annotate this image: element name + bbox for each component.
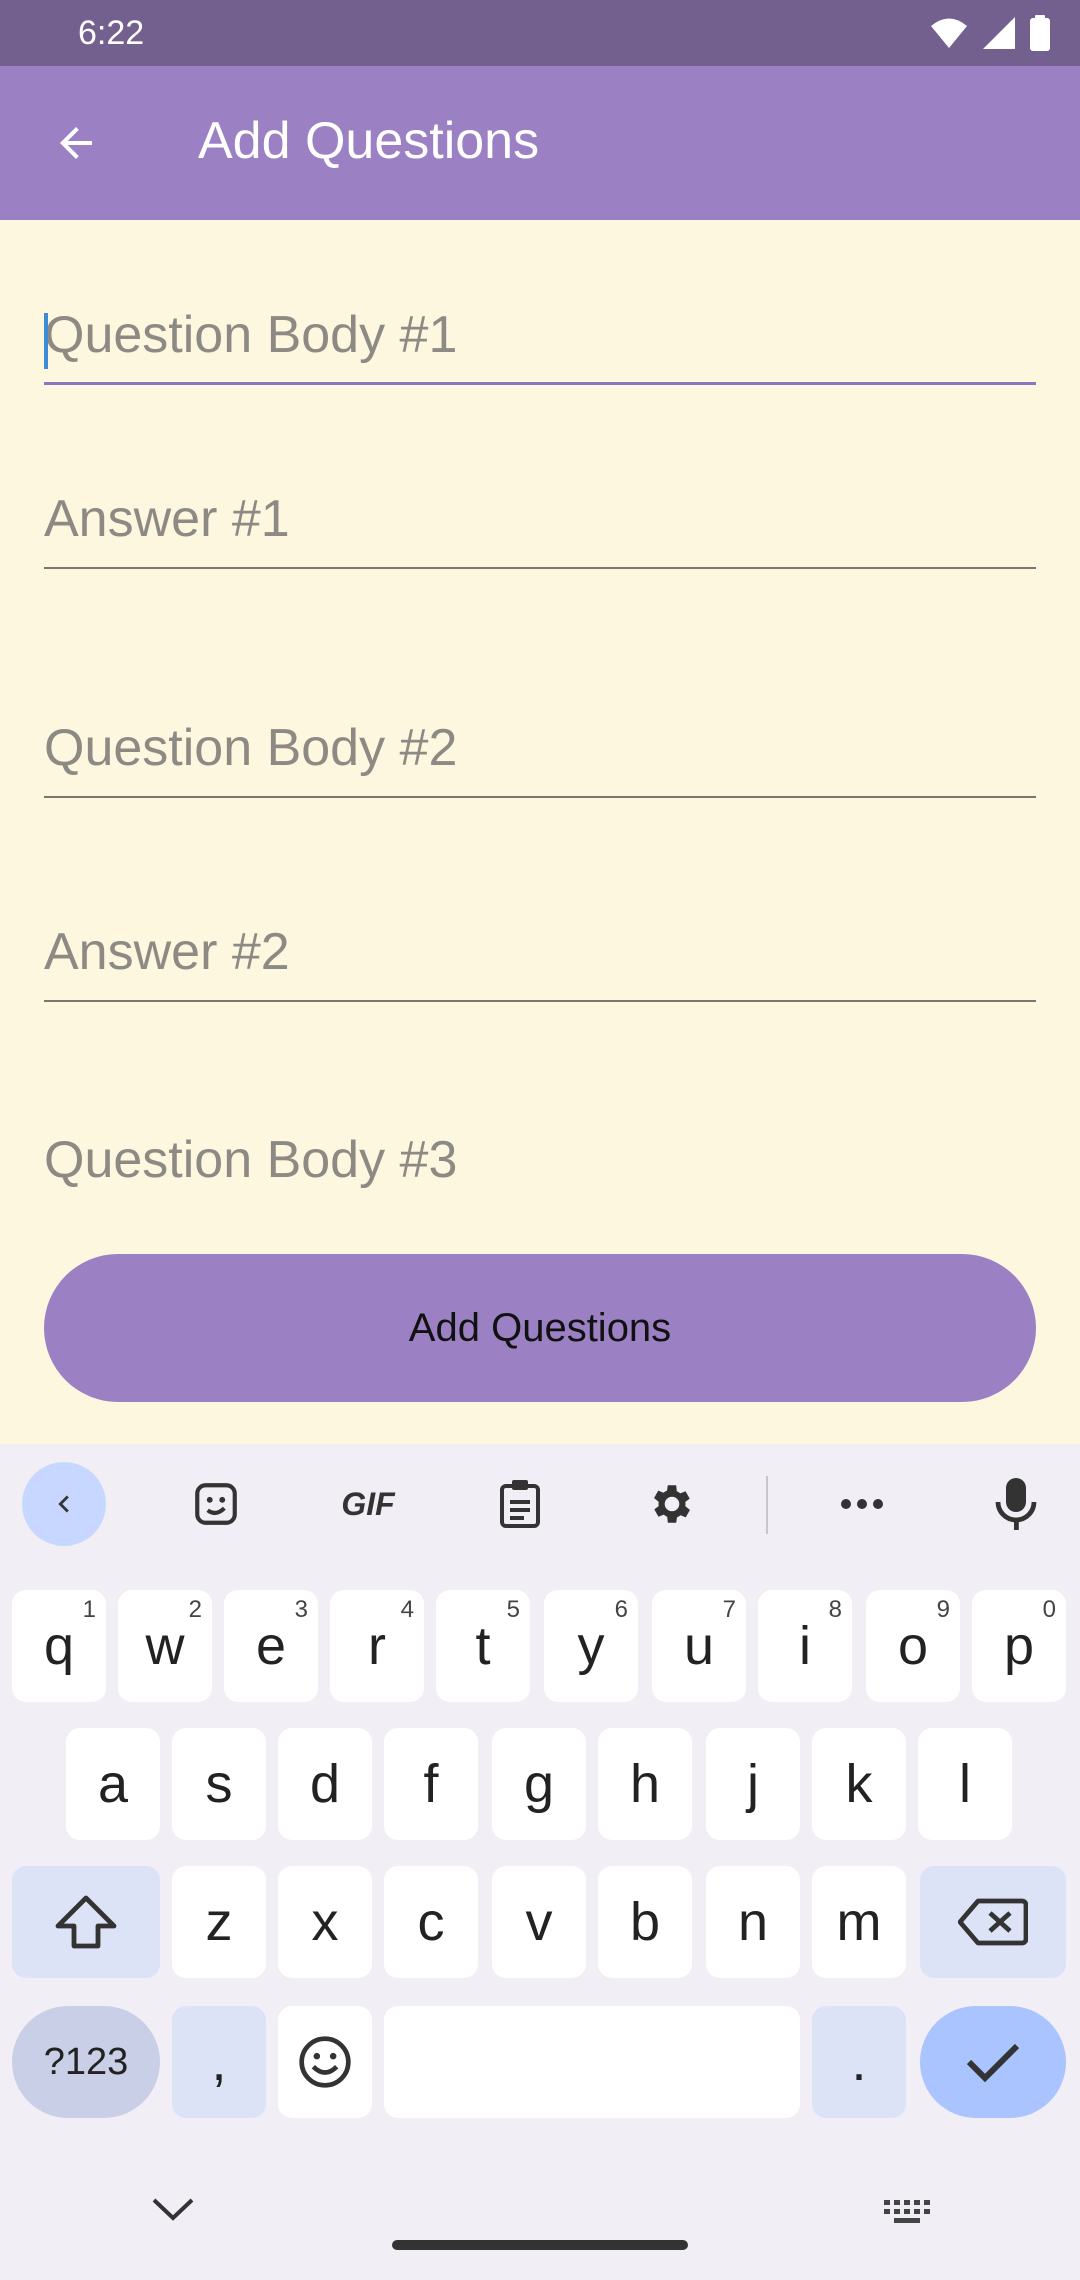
chevron-left-icon xyxy=(58,1495,69,1513)
key-y[interactable]: y6 xyxy=(544,1590,638,1702)
text-caret xyxy=(44,313,48,369)
key-n[interactable]: n xyxy=(706,1866,800,1978)
key-r[interactable]: r4 xyxy=(330,1590,424,1702)
keyboard-icon[interactable] xyxy=(884,2200,930,2224)
status-time: 6:22 xyxy=(78,14,145,52)
space-key[interactable] xyxy=(384,2006,800,2118)
key-h[interactable]: h xyxy=(598,1728,692,1840)
sticker-icon xyxy=(195,1483,237,1525)
page-title: Add Questions xyxy=(198,112,540,170)
keyboard: GIF q1 w2 e3 r4 t5 y6 u7 i8 o9 p0 a s d … xyxy=(0,1444,1080,2280)
emoji-icon xyxy=(299,2036,351,2088)
question-body-2-input[interactable] xyxy=(44,698,1036,798)
settings-icon xyxy=(654,1485,690,1523)
key-d[interactable]: d xyxy=(278,1728,372,1840)
keyboard-toolbar: GIF xyxy=(0,1444,1080,1564)
key-w[interactable]: w2 xyxy=(118,1590,212,1702)
add-questions-button-label: Add Questions xyxy=(408,1305,672,1350)
shift-key[interactable] xyxy=(12,1866,160,1978)
field-underline xyxy=(44,1000,1036,1002)
status-icons xyxy=(930,14,1050,52)
question-body-3-input[interactable] xyxy=(44,1110,1036,1210)
done-key[interactable] xyxy=(920,2006,1066,2118)
question-body-2-field[interactable] xyxy=(44,698,1036,798)
key-v[interactable]: v xyxy=(492,1866,586,1978)
arrow-back-icon xyxy=(60,127,92,159)
key-k[interactable]: k xyxy=(812,1728,906,1840)
question-body-1-field[interactable] xyxy=(44,285,1036,385)
key-z[interactable]: z xyxy=(172,1866,266,1978)
answer-2-input[interactable] xyxy=(44,902,1036,1002)
answer-1-input[interactable] xyxy=(44,469,1036,569)
chevron-down-icon[interactable] xyxy=(150,2196,196,2224)
period-key[interactable]: . xyxy=(812,2006,906,2118)
key-o[interactable]: o9 xyxy=(866,1590,960,1702)
key-l[interactable]: l xyxy=(918,1728,1012,1840)
clipboard-icon xyxy=(500,1480,540,1528)
question-body-3-field[interactable] xyxy=(44,1110,1036,1210)
app-bar: Add Questions xyxy=(0,66,1080,220)
sticker-button[interactable] xyxy=(174,1462,258,1546)
key-e[interactable]: e3 xyxy=(224,1590,318,1702)
key-f[interactable]: f xyxy=(384,1728,478,1840)
key-t[interactable]: t5 xyxy=(436,1590,530,1702)
shift-icon xyxy=(55,1895,117,1949)
back-button[interactable] xyxy=(36,103,116,183)
key-g[interactable]: g xyxy=(492,1728,586,1840)
gif-button[interactable]: GIF xyxy=(326,1462,410,1546)
checkmark-icon xyxy=(966,2043,1020,2083)
symbols-key[interactable]: ?123 xyxy=(12,2006,160,2118)
more-button[interactable] xyxy=(820,1462,904,1546)
battery-icon xyxy=(1030,15,1050,51)
key-x[interactable]: x xyxy=(278,1866,372,1978)
backspace-key[interactable] xyxy=(920,1866,1066,1978)
key-c[interactable]: c xyxy=(384,1866,478,1978)
question-body-1-input[interactable] xyxy=(44,285,1036,385)
answer-1-field[interactable] xyxy=(44,469,1036,569)
gif-icon: GIF xyxy=(341,1485,395,1522)
more-icon xyxy=(841,1499,883,1509)
key-q[interactable]: q1 xyxy=(12,1590,106,1702)
key-a[interactable]: a xyxy=(66,1728,160,1840)
answer-2-field[interactable] xyxy=(44,902,1036,1002)
comma-key[interactable]: , xyxy=(172,2006,266,2118)
toolbar-divider xyxy=(766,1476,768,1534)
backspace-icon xyxy=(958,1898,1028,1946)
key-b[interactable]: b xyxy=(598,1866,692,1978)
field-underline xyxy=(44,796,1036,798)
settings-button[interactable] xyxy=(630,1462,714,1546)
status-bar: 6:22 xyxy=(0,0,1080,66)
add-questions-button[interactable]: Add Questions xyxy=(44,1254,1036,1402)
key-i[interactable]: i8 xyxy=(758,1590,852,1702)
mic-icon xyxy=(995,1478,1037,1530)
field-underline xyxy=(44,382,1036,385)
keyboard-collapse-button[interactable] xyxy=(22,1462,106,1546)
key-u[interactable]: u7 xyxy=(652,1590,746,1702)
voice-input-button[interactable] xyxy=(974,1462,1058,1546)
field-underline xyxy=(44,567,1036,569)
emoji-key[interactable] xyxy=(278,2006,372,2118)
key-j[interactable]: j xyxy=(706,1728,800,1840)
home-indicator[interactable] xyxy=(392,2240,688,2250)
key-m[interactable]: m xyxy=(812,1866,906,1978)
key-p[interactable]: p0 xyxy=(972,1590,1066,1702)
key-s[interactable]: s xyxy=(172,1728,266,1840)
wifi-icon xyxy=(931,18,967,48)
clipboard-button[interactable] xyxy=(478,1462,562,1546)
signal-icon xyxy=(983,17,1015,49)
